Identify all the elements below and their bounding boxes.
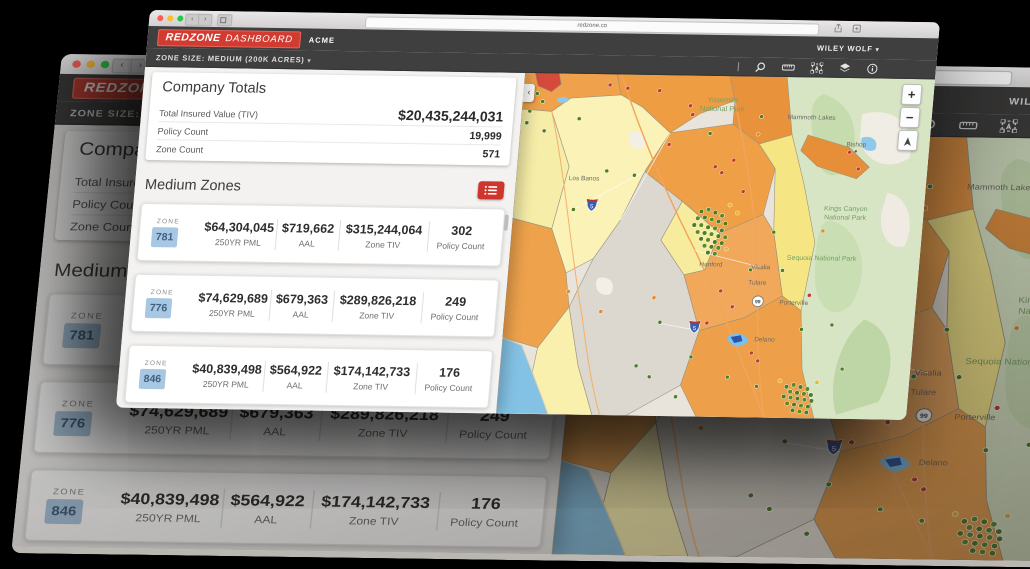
zone-tiv-cell: $174,142,733 Zone TIV (325, 361, 417, 394)
company-totals-card: Company Totals Total Insured Value (TIV)… (145, 72, 517, 166)
zone-list: ZONE 781 $64,304,045250YR PML $719,662AA… (124, 202, 509, 409)
map-label: Bishop (846, 141, 867, 148)
zone-badge: ZONE 846 (39, 487, 119, 524)
zone-policy-cell: 176 Policy Count (435, 491, 534, 532)
map-label: National Park (824, 214, 867, 222)
zone-card-846[interactable]: ZONE 846 $40,839,498 250YR PML $564,922 AA… (124, 344, 494, 409)
redzone-logo[interactable]: REDZONE DASHBOARD (156, 28, 302, 48)
foreground-window: ‹ › redzone.co REDZONE DASHBOARD ACME WI… (115, 10, 940, 420)
map-label: Kings Canyon (824, 206, 868, 214)
zone-tiv-cell: $315,244,064Zone TIV (337, 219, 429, 252)
map-label: Tulare (748, 280, 767, 287)
zoom-in-button[interactable]: + (900, 83, 923, 106)
search-icon[interactable] (754, 61, 766, 72)
zone-pml-cell: $64,304,045250YR PML (203, 219, 275, 248)
map-label: Mammoth Lakes (967, 182, 1030, 192)
zone-policy-cell: 249 Policy Count (420, 291, 490, 324)
stats-panel: Company Totals Total Insured Value (TIV)… (115, 65, 526, 414)
map-label: Porterville (779, 300, 809, 307)
company-totals-title: Company Totals (161, 79, 267, 97)
zone-pml-cell: $74,629,689 250YR PML (197, 290, 269, 319)
zone-size-dropdown[interactable]: ZONE SIZE: MEDIUM (200K ACRES)▾ (156, 53, 312, 64)
window-controls[interactable] (157, 15, 184, 22)
app-body: 5 5 99 Yosemite National Park Mammoth La… (115, 65, 936, 420)
share-icon[interactable] (834, 23, 843, 33)
map-label: National Park (1018, 306, 1030, 316)
layers-icon[interactable] (838, 62, 851, 73)
zone-badge: ZONE 776 (141, 288, 197, 318)
window-controls[interactable] (71, 60, 110, 69)
zone-tiv-cell: $289,826,218 Zone TIV (331, 290, 423, 323)
map-label: Visalia (914, 368, 942, 378)
zone-aal-cell: $679,363 AAL (268, 289, 334, 322)
minimize-window-button[interactable] (86, 60, 96, 69)
medium-zones-title: Medium Zones (144, 176, 242, 195)
map-label: National Park (699, 104, 745, 114)
zone-card-781[interactable]: ZONE 781 $64,304,045250YR PML $719,662AA… (136, 202, 506, 267)
zoom-out-button[interactable]: − (898, 106, 921, 129)
locate-button[interactable] (896, 129, 919, 152)
zone-aal-cell: $564,922 AAL (262, 360, 328, 393)
info-icon[interactable] (866, 63, 878, 74)
browser-forward-button[interactable]: › (197, 13, 213, 26)
zone-pml-cell: $40,839,498 250YR PML (191, 361, 263, 390)
select-area-icon[interactable] (810, 61, 824, 74)
hero-canvas: { "browser": { "url": "redzone.co", "bac… (0, 0, 1030, 569)
user-menu[interactable]: WILEY WOLF▾ (1009, 95, 1030, 107)
zone-card-776[interactable]: ZONE 776 $74,629,689 250YR PML $679,363 AA… (130, 273, 500, 338)
map-label: Tulare (910, 387, 937, 397)
hazard-map[interactable]: 5 5 99 Yosemite National Park Mammoth La… (495, 71, 936, 420)
zone-badge: ZONE 846 (135, 359, 191, 389)
zone-card-846[interactable]: ZONE 846 $40,839,498 250YR PML $564,922 AA… (23, 469, 549, 549)
logo-secondary-text: DASHBOARD (225, 33, 294, 46)
logo-primary-text: REDZONE (165, 31, 222, 45)
svg-text:99: 99 (755, 299, 761, 305)
panel-collapse-button[interactable]: ‹ (522, 83, 536, 103)
toolbar-divider (737, 61, 740, 71)
zone-pml-cell: $40,839,498 250YR PML (119, 489, 221, 525)
map-label: Hanford (699, 261, 723, 268)
chevron-down-icon: ▾ (307, 57, 312, 65)
list-scrollbar[interactable] (503, 214, 509, 231)
map-label: Delano (754, 336, 776, 343)
zoom-window-button[interactable] (100, 60, 110, 69)
new-tab-icon[interactable] (852, 24, 862, 33)
svg-text:99: 99 (920, 413, 929, 420)
zone-list-view-button[interactable] (477, 181, 505, 200)
zone-policy-cell: 176 Policy Count (414, 362, 484, 395)
zoom-window-button[interactable] (177, 15, 184, 22)
close-window-button[interactable] (71, 60, 82, 68)
redzone-app: REDZONE DASHBOARD ACME WILEY WOLF▾ ZONE … (115, 25, 939, 420)
map-label: Sequoia National Park (787, 255, 858, 263)
map-label: Mammoth Lakes (787, 114, 836, 122)
user-menu[interactable]: WILEY WOLF▾ (817, 43, 880, 53)
zone-policy-cell: 302Policy Count (426, 220, 496, 253)
zone-aal-cell: $719,662AAL (274, 218, 340, 251)
select-area-icon[interactable] (999, 118, 1019, 133)
measure-icon[interactable] (959, 119, 979, 130)
list-icon (484, 185, 498, 195)
sidebar-toggle-button[interactable] (216, 14, 233, 27)
chevron-down-icon: ▾ (875, 46, 880, 53)
zone-badge: ZONE 781 (147, 218, 203, 248)
map-label: Los Banos (568, 175, 599, 182)
map-label: Delano (918, 458, 948, 468)
map-label: Visalia (751, 264, 771, 271)
account-name: ACME (308, 35, 336, 45)
zone-aal-cell: $564,922 AAL (219, 488, 314, 529)
map-label: Porterville (954, 412, 996, 422)
close-window-button[interactable] (157, 15, 164, 22)
minimize-window-button[interactable] (167, 15, 174, 22)
map-terrain: 5 5 99 Yosemite National Park Mammoth La… (495, 71, 936, 420)
map-label: Kings Canyon (1018, 295, 1030, 305)
zone-tiv-cell: $174,142,733 Zone TIV (309, 489, 440, 530)
map-label: Sequoia National Park (965, 357, 1030, 368)
measure-icon[interactable] (781, 62, 796, 71)
